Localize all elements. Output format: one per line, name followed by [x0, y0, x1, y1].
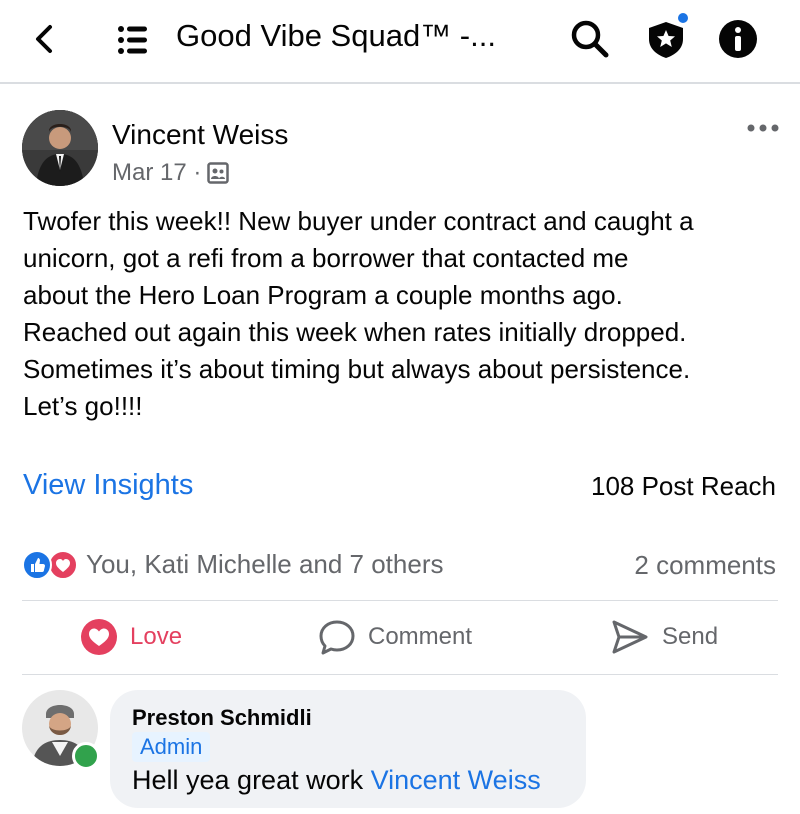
love-button[interactable]: Love [80, 618, 182, 656]
post-text-line: Reached out again this week when rates i… [23, 317, 687, 347]
reactions-text: You, Kati Michelle and 7 others [86, 549, 444, 579]
more-options-icon[interactable] [746, 122, 780, 134]
menu-icon[interactable] [117, 24, 149, 56]
send-label: Send [662, 623, 719, 650]
comment-label: Comment [368, 623, 473, 650]
comment-icon [319, 620, 355, 655]
members-icon [207, 162, 230, 184]
top-bar: Good Vibe Squad™ -... [0, 0, 800, 84]
admin-badge: Admin [132, 732, 211, 762]
divider [22, 600, 778, 601]
reactions-summary[interactable]: You, Kati Michelle and 7 others [22, 549, 444, 580]
author-name[interactable]: Vincent Weiss [112, 119, 288, 151]
post-text-line: about the Hero Loan Program a couple mon… [23, 280, 623, 310]
love-label: Love [130, 623, 183, 650]
comments-count[interactable]: 2 comments [634, 550, 776, 581]
post-text-line: Let’s go!!!! [23, 391, 143, 421]
online-status-dot [72, 742, 100, 770]
love-reaction-icon [48, 549, 78, 580]
post-text: Twofer this week!! New buyer under contr… [23, 203, 783, 425]
comment-body: Hell yea great work [132, 765, 371, 795]
back-arrow-icon[interactable] [30, 22, 58, 56]
divider [22, 674, 778, 675]
post-meta: Mar 17 · [112, 159, 230, 187]
comment-button[interactable]: Comment [318, 618, 472, 656]
post-text-line: Twofer this week!! New buyer under contr… [23, 206, 694, 236]
group-title[interactable]: Good Vibe Squad™ -... [176, 18, 496, 54]
comment-author[interactable]: Preston Schmidli [132, 705, 312, 731]
send-button[interactable]: Send [610, 618, 718, 656]
search-icon[interactable] [570, 19, 610, 59]
post-text-line: unicorn, got a refi from a borrower that… [23, 243, 629, 273]
post-text-line: Sometimes it’s about timing but always a… [23, 354, 691, 384]
love-icon [81, 619, 117, 655]
view-insights-link[interactable]: View Insights [23, 469, 193, 502]
like-reaction-icon [22, 549, 52, 580]
author-avatar[interactable] [22, 110, 98, 186]
info-icon[interactable] [718, 19, 758, 59]
post-reach: 108 Post Reach [590, 471, 776, 501]
shield-star-icon[interactable] [645, 12, 691, 60]
comment-text: Hell yea great work Vincent Weiss [132, 765, 541, 796]
post-date[interactable]: Mar 17 · [112, 159, 201, 187]
send-icon [612, 620, 648, 654]
comment-mention[interactable]: Vincent Weiss [371, 765, 541, 795]
